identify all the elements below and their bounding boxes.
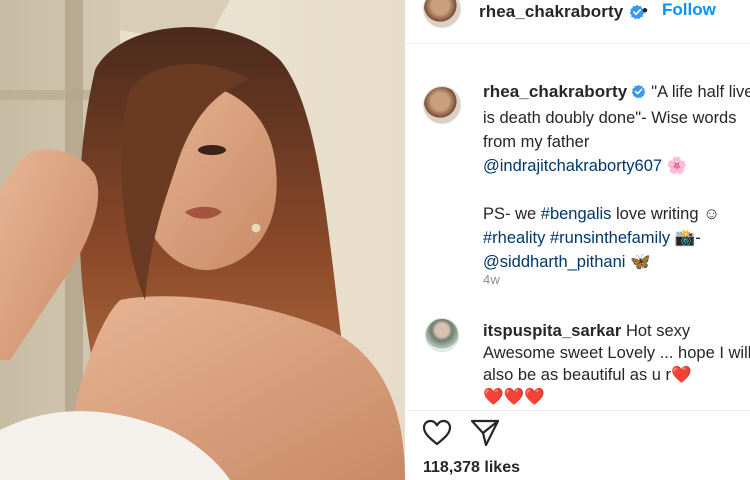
caption-line3: from my father	[483, 133, 590, 151]
comment-text: itspuspita_sarkar Hot sexy Awesome sweet…	[483, 320, 750, 408]
mention-indrajit[interactable]: @indrajitchakraborty607	[483, 157, 662, 175]
post-header: rhea_chakraborty • Follow	[405, 0, 750, 44]
author-username[interactable]: rhea_chakraborty	[479, 2, 623, 22]
caption-line1: "A life half lived	[651, 83, 750, 101]
post-side-panel: rhea_chakraborty • Follow rhea_chakrabor…	[405, 0, 750, 480]
caption-username[interactable]: rhea_chakraborty	[483, 82, 627, 101]
hashtag-rheality[interactable]: #rheality	[483, 229, 545, 247]
hashtag-bengalis[interactable]: #bengalis	[541, 205, 612, 223]
caption-line2: is death doubly done"- Wise words	[483, 109, 737, 127]
butterfly-emoji: 🦋	[630, 253, 651, 271]
camera-emoji: 📸-	[674, 229, 701, 247]
hashtag-runsinthefamily[interactable]: #runsinthefamily	[550, 229, 670, 247]
mention-siddharth[interactable]: @siddharth_pithani	[483, 253, 625, 271]
author-avatar[interactable]	[423, 0, 461, 28]
commenter-username[interactable]: itspuspita_sarkar	[483, 322, 621, 340]
heart-outline-icon[interactable]	[421, 417, 453, 449]
ps-rest: love writing ☺	[611, 205, 720, 223]
ps-text: PS- we	[483, 205, 541, 223]
flower-emoji: 🌸	[666, 157, 688, 175]
post-image[interactable]	[0, 0, 405, 480]
paper-plane-icon[interactable]	[469, 417, 501, 449]
comment-hearts-row: ❤️❤️❤️	[483, 388, 545, 406]
caption-text: rhea_chakraborty "A life half lived is de…	[483, 80, 750, 274]
likes-count[interactable]: 118,378 likes	[423, 459, 520, 477]
post-timestamp[interactable]: 4w	[483, 272, 500, 287]
commenter-avatar[interactable]	[425, 318, 459, 352]
caption-verified-icon	[631, 82, 646, 106]
header-separator: •	[642, 1, 648, 20]
caption-author-avatar[interactable]	[423, 86, 461, 124]
comment-heart-inline: ❤️	[671, 366, 692, 384]
post-actions-bar: 118,378 likes	[405, 410, 750, 480]
follow-button[interactable]: Follow	[662, 0, 716, 20]
portrait-photo	[0, 0, 405, 480]
